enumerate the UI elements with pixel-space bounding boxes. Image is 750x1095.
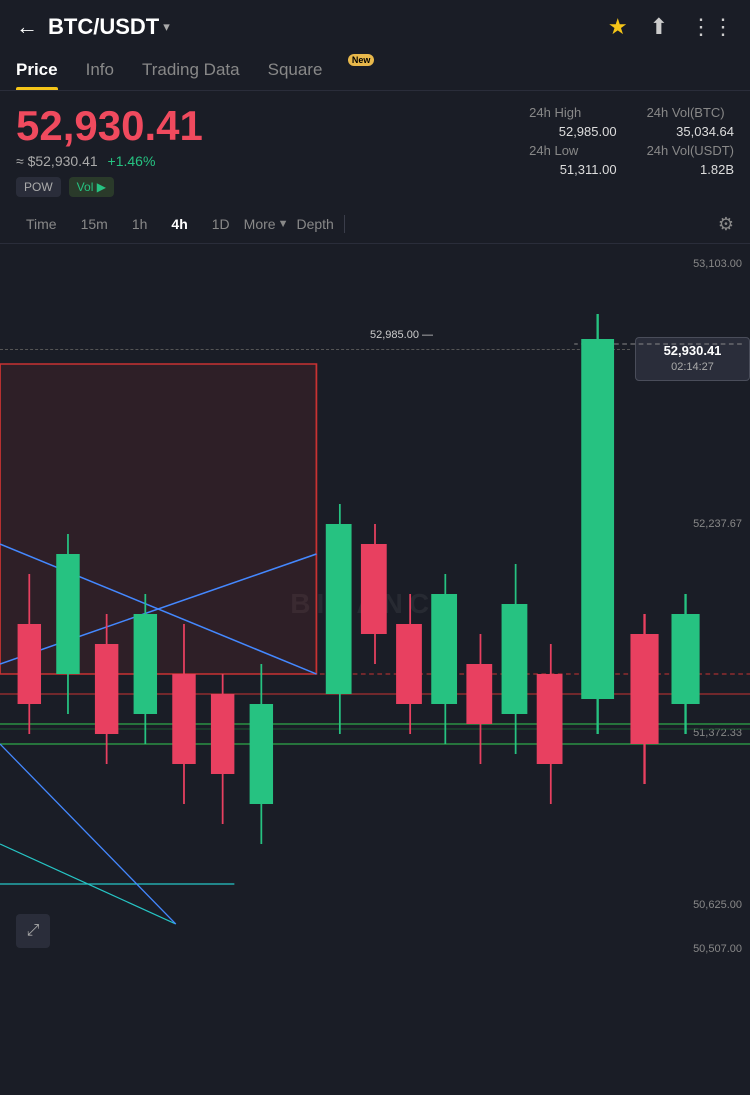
- vol-btc-label: 24h Vol(BTC): [647, 105, 734, 120]
- grid-icon[interactable]: ⋮⋮: [690, 14, 734, 40]
- chart-area[interactable]: BINANCE 53,103.00 52,985.00 52,237.67 51…: [0, 244, 750, 964]
- vol-usdt-label: 24h Vol(USDT): [647, 143, 734, 158]
- vol-usdt-value: 1.82B: [647, 162, 734, 177]
- interval-1d[interactable]: 1D: [202, 211, 240, 237]
- header: ← BTC/USDT ▾ ★ ⬆ ⋮⋮: [0, 0, 750, 50]
- more-arrow-icon: ▼: [278, 218, 289, 230]
- fullscreen-button[interactable]: ⤢: [16, 914, 50, 948]
- fullscreen-icon: ⤢: [27, 922, 40, 940]
- tab-trading-data[interactable]: Trading Data: [142, 50, 240, 90]
- low-value: 51,311.00: [529, 162, 616, 177]
- tab-bar: Price Info Trading Data Square New: [0, 50, 750, 91]
- low-label: 24h Low: [529, 143, 616, 158]
- price-usd: ≈ $52,930.41 +1.46%: [16, 153, 529, 169]
- time-btn[interactable]: Time: [16, 211, 67, 237]
- price-section: 52,930.41 ≈ $52,930.41 +1.46% POW Vol ▶ …: [0, 91, 750, 205]
- price-stats: 24h High 24h Vol(BTC) 52,985.00 35,034.6…: [529, 105, 734, 197]
- divider: [344, 215, 345, 233]
- pow-tag[interactable]: POW: [16, 177, 61, 197]
- high-value: 52,985.00: [529, 124, 616, 139]
- tab-price[interactable]: Price: [16, 50, 58, 90]
- main-price: 52,930.41: [16, 105, 529, 147]
- vol-tag[interactable]: Vol ▶: [69, 177, 114, 197]
- interval-4h[interactable]: 4h: [161, 211, 197, 237]
- chart-controls: Time 15m 1h 4h 1D More ▼ Depth ⚙: [0, 205, 750, 244]
- depth-btn[interactable]: Depth: [296, 216, 333, 232]
- tag-row: POW Vol ▶: [16, 177, 529, 197]
- back-button[interactable]: ←: [16, 14, 38, 40]
- favorite-icon[interactable]: ★: [608, 14, 628, 40]
- price-change: +1.46%: [108, 153, 156, 169]
- tab-info[interactable]: Info: [86, 50, 114, 90]
- pair-dropdown[interactable]: ▾: [163, 19, 170, 35]
- interval-15m[interactable]: 15m: [71, 211, 118, 237]
- high-label: 24h High: [529, 105, 616, 120]
- more-btn[interactable]: More ▼: [244, 216, 289, 232]
- header-icons: ★ ⬆ ⋮⋮: [608, 14, 734, 40]
- new-badge: New: [348, 54, 375, 66]
- vol-btc-value: 35,034.64: [647, 124, 734, 139]
- price-left: 52,930.41 ≈ $52,930.41 +1.46% POW Vol ▶: [16, 105, 529, 197]
- price-annotation-52985: 52,985.00 —: [370, 329, 433, 341]
- interval-1h[interactable]: 1h: [122, 211, 158, 237]
- trading-pair: BTC/USDT: [48, 14, 159, 40]
- share-icon[interactable]: ⬆: [650, 14, 668, 40]
- candlestick-chart: [0, 244, 750, 964]
- chart-settings-icon[interactable]: ⚙: [718, 214, 734, 235]
- tab-square[interactable]: Square New: [268, 50, 353, 90]
